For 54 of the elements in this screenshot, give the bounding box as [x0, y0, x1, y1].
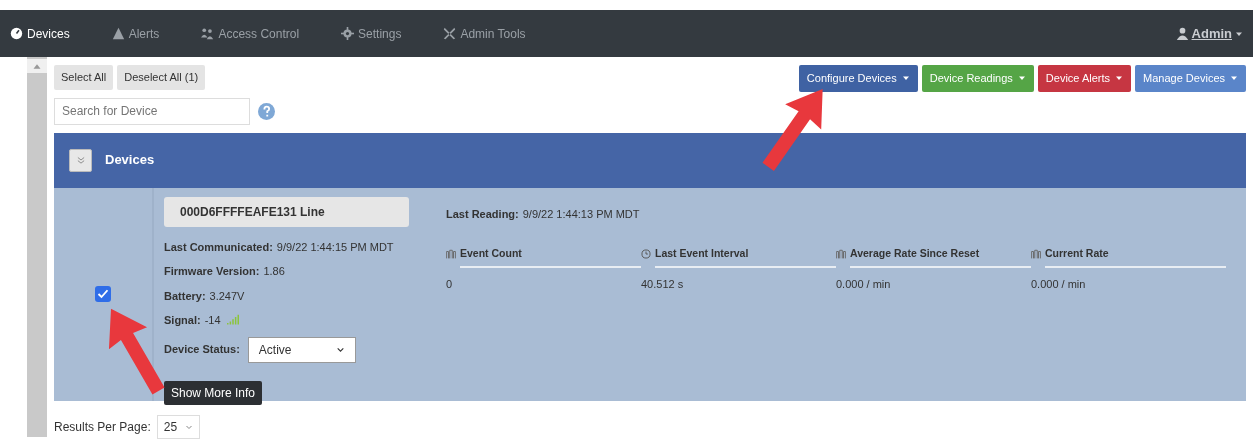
metric-value: 40.512 s — [641, 276, 685, 292]
nav-tab[interactable]: Settings — [341, 24, 402, 43]
metric-label: Event Count — [460, 246, 522, 261]
user-menu[interactable]: Admin — [1175, 23, 1243, 44]
field-label: Device Status: — [164, 342, 240, 358]
gauge-icon — [10, 27, 23, 40]
pulse-icon — [446, 248, 456, 259]
field-value: -14 — [204, 313, 221, 328]
nav-tab[interactable]: Admin Tools — [443, 24, 526, 43]
select-button[interactable]: Deselect All (1) — [117, 65, 206, 90]
status-dropdown[interactable]: Active — [247, 336, 356, 363]
select-button[interactable]: Select All — [54, 65, 114, 90]
field-value: 3.247V — [209, 288, 245, 304]
field-label: Firmware Version: — [164, 264, 260, 279]
warning-icon — [111, 27, 125, 40]
user-icon — [1175, 27, 1189, 40]
clock-icon — [641, 248, 651, 259]
device-name: 000D6FFFFEAFE131 Line — [164, 196, 409, 227]
chevron-icon — [75, 155, 86, 165]
metric-label: Current Rate — [1045, 246, 1109, 261]
nav-tab[interactable]: Devices — [10, 24, 70, 43]
panel-title: Devices — [105, 151, 155, 170]
scrollbar[interactable] — [27, 57, 47, 437]
field-label: Battery: — [164, 288, 206, 304]
pulse-icon — [1031, 248, 1041, 259]
field-label: Last Communicated: — [164, 239, 273, 255]
users-icon — [201, 27, 215, 40]
dropdown-button[interactable]: Device Readings — [921, 65, 1034, 92]
metric-label: Last Event Interval — [655, 246, 749, 261]
scroll-up-icon — [27, 59, 47, 74]
field-value: 9/9/22 1:44:15 PM MDT — [276, 239, 394, 255]
reading-value: 9/9/22 1:44:13 PM MDT — [522, 206, 640, 222]
metric-value: 0.000 / min — [1031, 276, 1087, 292]
nav-tab[interactable]: Access Control — [201, 24, 300, 43]
dropdown-button[interactable]: Configure Devices — [798, 65, 918, 92]
dropdown-button[interactable]: Device Alerts — [1037, 65, 1132, 92]
help-icon — [258, 102, 275, 120]
show-more-button[interactable]: Show More Info — [164, 380, 263, 405]
field-value: 1.86 — [263, 264, 285, 279]
metric-value: 0 — [446, 276, 454, 292]
metric-value: 0.000 / min — [836, 276, 892, 292]
pulse-icon — [836, 248, 846, 259]
field-label: Signal: — [164, 313, 201, 328]
collapse-button[interactable] — [69, 148, 92, 172]
results-label: Results Per Page: — [54, 418, 151, 436]
reading-label: Last Reading: — [446, 206, 519, 222]
chevron-down-icon — [335, 345, 345, 354]
signal-icon — [224, 314, 241, 327]
search-field[interactable]: Search for Device — [54, 97, 250, 125]
metric-label: Average Rate Since Reset — [850, 246, 980, 261]
nav-tab[interactable]: Alerts — [111, 24, 160, 43]
page-size-dropdown[interactable]: 25 — [156, 414, 201, 439]
dropdown-button[interactable]: Manage Devices — [1135, 65, 1246, 92]
checkbox[interactable] — [95, 286, 111, 302]
